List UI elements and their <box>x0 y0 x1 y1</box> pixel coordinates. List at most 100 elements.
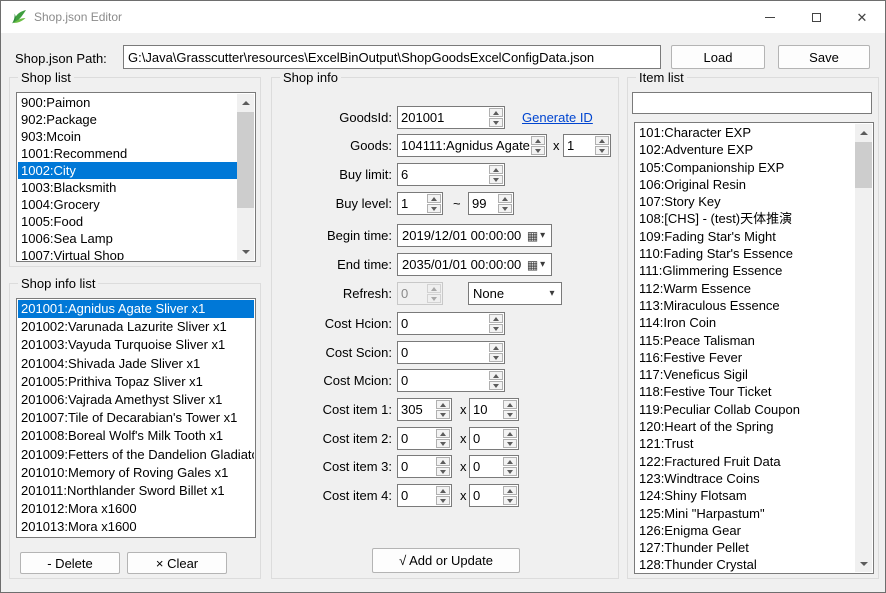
path-input[interactable] <box>123 45 661 69</box>
close-button[interactable]: ✕ <box>839 1 885 33</box>
clear-button[interactable]: × Clear <box>127 552 227 574</box>
cost-item-2-qty-input[interactable] <box>470 428 502 449</box>
list-item[interactable]: 1004:Grocery <box>18 196 237 213</box>
list-item[interactable]: 201003:Vayuda Turquoise Sliver x1 <box>18 336 254 354</box>
list-item[interactable]: 125:Mini "Harpastum" <box>636 505 855 522</box>
spin-down-button[interactable] <box>595 146 609 155</box>
shop-list-scrollbar[interactable] <box>237 94 254 260</box>
list-item[interactable]: 102:Adventure EXP <box>636 141 855 158</box>
scrollbar-thumb[interactable] <box>237 112 254 208</box>
cost-scion-input[interactable] <box>398 342 488 363</box>
list-item[interactable]: 1003:Blacksmith <box>18 179 237 196</box>
cost-item-4-qty-input[interactable] <box>470 485 502 506</box>
buy-level-min-input[interactable] <box>398 193 426 214</box>
cost-mcion-spinner[interactable] <box>397 369 505 392</box>
spin-up-button[interactable] <box>436 486 450 495</box>
list-item[interactable]: 122:Fractured Fruit Data <box>636 453 855 470</box>
spin-down-button[interactable] <box>489 118 503 127</box>
spin-up-button[interactable] <box>489 165 503 174</box>
save-button[interactable]: Save <box>778 45 870 69</box>
item-list-scrollbar[interactable] <box>855 124 872 572</box>
list-item[interactable]: 1006:Sea Lamp <box>18 230 237 247</box>
buy-level-max-input[interactable] <box>469 193 497 214</box>
maximize-button[interactable] <box>793 1 839 33</box>
list-item[interactable]: 201011:Northlander Sword Billet x1 <box>18 482 254 500</box>
spin-up-button[interactable] <box>503 429 517 438</box>
list-item[interactable]: 116:Festive Fever <box>636 349 855 366</box>
list-item[interactable]: 1002:City <box>18 162 237 179</box>
scroll-up-button[interactable] <box>855 124 872 141</box>
list-item[interactable]: 124:Shiny Flotsam <box>636 487 855 504</box>
goodsid-spinner[interactable] <box>397 106 505 129</box>
list-item[interactable]: 201013:Mora x1600 <box>18 518 254 536</box>
spin-up-button[interactable] <box>503 486 517 495</box>
buy-level-min-spinner[interactable] <box>397 192 443 215</box>
delete-button[interactable]: - Delete <box>20 552 120 574</box>
list-item[interactable]: 108:[CHS] - (test)天体推演 <box>636 210 855 227</box>
spin-down-button[interactable] <box>489 353 503 362</box>
load-button[interactable]: Load <box>671 45 765 69</box>
cost-item-1-id-input[interactable] <box>398 399 435 420</box>
scroll-up-button[interactable] <box>237 94 254 111</box>
spin-down-button[interactable] <box>436 439 450 448</box>
spin-up-button[interactable] <box>436 457 450 466</box>
spin-up-button[interactable] <box>436 400 450 409</box>
cost-item-4-id-spinner[interactable] <box>397 484 452 507</box>
cost-item-4-id-input[interactable] <box>398 485 435 506</box>
list-item[interactable]: 115:Peace Talisman <box>636 332 855 349</box>
list-item[interactable]: 201002:Varunada Lazurite Sliver x1 <box>18 318 254 336</box>
list-item[interactable]: 120:Heart of the Spring <box>636 418 855 435</box>
spin-down-button[interactable] <box>503 496 517 505</box>
spin-down-button[interactable] <box>436 496 450 505</box>
spin-down-button[interactable] <box>489 324 503 333</box>
list-item[interactable]: 1001:Recommend <box>18 145 237 162</box>
spin-down-button[interactable] <box>436 410 450 419</box>
list-item[interactable]: 201012:Mora x1600 <box>18 500 254 518</box>
cost-item-2-qty-spinner[interactable] <box>469 427 519 450</box>
cost-scion-spinner[interactable] <box>397 341 505 364</box>
cost-item-3-qty-spinner[interactable] <box>469 455 519 478</box>
list-item[interactable]: 112:Warm Essence <box>636 280 855 297</box>
list-item[interactable]: 127:Thunder Pellet <box>636 539 855 556</box>
list-item[interactable]: 110:Fading Star's Essence <box>636 245 855 262</box>
list-item[interactable]: 101:Character EXP <box>636 124 855 141</box>
spin-up-button[interactable] <box>489 314 503 323</box>
list-item[interactable]: 118:Festive Tour Ticket <box>636 383 855 400</box>
list-item[interactable]: 201007:Tile of Decarabian's Tower x1 <box>18 409 254 427</box>
end-time-picker[interactable]: 2035/01/01 00:00:00 ▦ ▾ <box>397 253 552 276</box>
spin-down-button[interactable] <box>436 467 450 476</box>
cost-item-4-qty-spinner[interactable] <box>469 484 519 507</box>
list-item[interactable]: 123:Windtrace Coins <box>636 470 855 487</box>
list-item[interactable]: 128:Thunder Crystal <box>636 556 855 572</box>
list-item[interactable]: 201009:Fetters of the Dandelion Gladiato <box>18 446 254 464</box>
list-item[interactable]: 114:Iron Coin <box>636 314 855 331</box>
combo-dropdown-button[interactable]: ▾ <box>543 283 561 304</box>
begin-time-dropdown-button[interactable]: ▦ ▾ <box>521 225 551 246</box>
cost-item-1-id-spinner[interactable] <box>397 398 452 421</box>
cost-item-1-qty-spinner[interactable] <box>469 398 519 421</box>
buy-limit-spinner[interactable] <box>397 163 505 186</box>
generate-id-link[interactable]: Generate ID <box>522 110 593 125</box>
spin-up-button[interactable] <box>489 371 503 380</box>
spin-down-button[interactable] <box>489 381 503 390</box>
list-item[interactable]: 201006:Vajrada Amethyst Sliver x1 <box>18 391 254 409</box>
add-or-update-button[interactable]: √ Add or Update <box>372 548 520 573</box>
cost-item-2-id-input[interactable] <box>398 428 435 449</box>
spin-up-button[interactable] <box>489 108 503 117</box>
list-item[interactable]: 201001:Agnidus Agate Sliver x1 <box>18 300 254 318</box>
list-item[interactable]: 105:Companionship EXP <box>636 159 855 176</box>
spin-down-button[interactable] <box>503 410 517 419</box>
list-item[interactable]: 106:Original Resin <box>636 176 855 193</box>
spin-up-button[interactable] <box>427 194 441 203</box>
spin-up-button[interactable] <box>503 400 517 409</box>
list-item[interactable]: 201008:Boreal Wolf's Milk Tooth x1 <box>18 427 254 445</box>
list-item[interactable]: 117:Veneficus Sigil <box>636 366 855 383</box>
spin-up-button[interactable] <box>595 136 609 145</box>
cost-mcion-input[interactable] <box>398 370 488 391</box>
scrollbar-thumb[interactable] <box>855 142 872 188</box>
spin-down-button[interactable] <box>503 467 517 476</box>
spin-up-button[interactable] <box>436 429 450 438</box>
cost-item-3-id-spinner[interactable] <box>397 455 452 478</box>
list-item[interactable]: 201010:Memory of Roving Gales x1 <box>18 464 254 482</box>
spin-down-button[interactable] <box>489 175 503 184</box>
